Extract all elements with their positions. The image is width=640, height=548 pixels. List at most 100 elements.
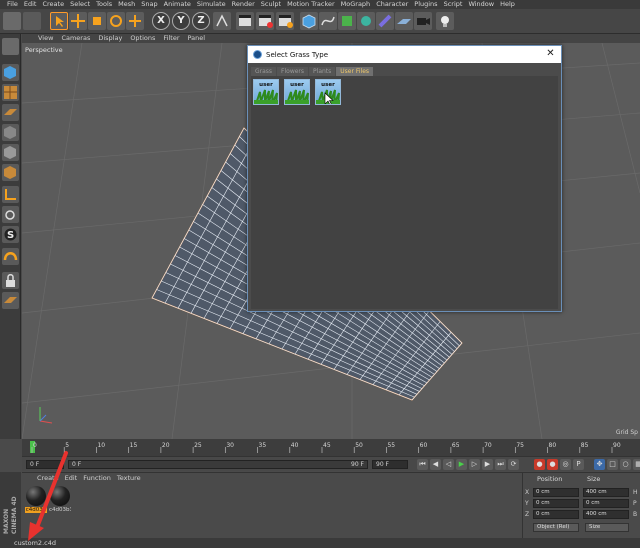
tab-plants[interactable]: Plants xyxy=(309,67,336,76)
menu-mograph[interactable]: MoGraph xyxy=(338,0,374,9)
add-icon[interactable] xyxy=(126,12,144,30)
texture-mode-icon[interactable] xyxy=(2,84,19,101)
light-icon[interactable] xyxy=(436,12,454,30)
undo-icon[interactable] xyxy=(3,12,21,30)
cube-icon[interactable] xyxy=(300,12,318,30)
menu-window[interactable]: Window xyxy=(465,0,497,9)
viewport-menu-panel[interactable]: Panel xyxy=(184,34,210,43)
autokey-icon[interactable]: ● xyxy=(547,459,558,470)
record-keys-icon[interactable]: ● xyxy=(534,459,545,470)
floor-icon[interactable] xyxy=(395,12,413,30)
viewport-menu-display[interactable]: Display xyxy=(94,34,126,43)
timeline-ruler[interactable]: 0 5 10 15 20 25 30 35 40 45 50 55 60 65 70 75 80 85 90 xyxy=(22,439,640,456)
menu-motion-tracker[interactable]: Motion Tracker xyxy=(284,0,338,9)
viewport-menu-filter[interactable]: Filter xyxy=(159,34,183,43)
model-mode-icon[interactable] xyxy=(2,64,19,81)
previous-frame-icon[interactable]: ◁ xyxy=(443,459,454,470)
x-axis-icon[interactable]: X xyxy=(152,12,170,30)
menu-edit[interactable]: Edit xyxy=(21,0,40,9)
menu-file[interactable]: File xyxy=(4,0,21,9)
grass-thumbnail[interactable]: user xyxy=(315,79,341,105)
go-to-end-icon[interactable]: ⏭ xyxy=(495,459,506,470)
position-x-field[interactable]: 0 cm xyxy=(533,488,579,497)
material-swatch[interactable]: c4d03b3 xyxy=(49,486,71,516)
next-key-icon[interactable]: ▶ xyxy=(482,459,493,470)
menu-character[interactable]: Character xyxy=(373,0,411,9)
redo-icon[interactable] xyxy=(23,12,41,30)
go-to-start-icon[interactable]: ⏮ xyxy=(417,459,428,470)
previous-key-icon[interactable]: ◀ xyxy=(430,459,441,470)
size-x-field[interactable]: 400 cm xyxy=(583,488,629,497)
viewport-menu-cameras[interactable]: Cameras xyxy=(57,34,94,43)
z-axis-icon[interactable]: Z xyxy=(192,12,210,30)
polygons-mode-icon[interactable] xyxy=(2,164,19,181)
grass-thumbnail[interactable]: user xyxy=(284,79,310,105)
end-frame-field[interactable]: 90 F xyxy=(372,460,408,469)
menu-help[interactable]: Help xyxy=(497,0,518,9)
menu-render[interactable]: Render xyxy=(229,0,258,9)
axis-mode-icon[interactable] xyxy=(2,186,19,203)
material-swatch[interactable]: c4d03b xyxy=(25,486,47,516)
workplane-icon[interactable] xyxy=(2,104,19,121)
menu-animate[interactable]: Animate xyxy=(161,0,194,9)
menu-mesh[interactable]: Mesh xyxy=(115,0,138,9)
next-frame-icon[interactable]: ▷ xyxy=(469,459,480,470)
material-menu-create[interactable]: Create xyxy=(34,474,62,483)
menu-select[interactable]: Select xyxy=(67,0,93,9)
rotate-icon[interactable] xyxy=(107,12,125,30)
tab-flowers[interactable]: Flowers xyxy=(277,67,309,76)
play-icon[interactable]: ▶ xyxy=(456,459,467,470)
current-frame-field[interactable]: 0 F xyxy=(26,460,64,469)
size-z-field[interactable]: 400 cm xyxy=(583,510,629,519)
tab-grass[interactable]: Grass xyxy=(251,67,277,76)
menu-snap[interactable]: Snap xyxy=(138,0,160,9)
dialog-title-bar[interactable]: Select Grass Type ✕ xyxy=(248,46,561,63)
scale-key-icon[interactable]: □ xyxy=(607,459,618,470)
menu-create[interactable]: Create xyxy=(39,0,67,9)
key-position-icon[interactable]: P xyxy=(573,459,584,470)
tab-user-files[interactable]: User Files xyxy=(336,67,374,76)
menu-sculpt[interactable]: Sculpt xyxy=(258,0,284,9)
loop-icon[interactable]: ⟳ xyxy=(508,459,519,470)
quantize-icon[interactable] xyxy=(2,248,19,265)
move-key-icon[interactable]: ✥ xyxy=(594,459,605,470)
rotate-key-icon[interactable]: ○ xyxy=(620,459,631,470)
param-key-icon[interactable]: ▦ xyxy=(633,459,640,470)
edges-mode-icon[interactable] xyxy=(2,144,19,161)
grass-thumbnail[interactable]: user xyxy=(253,79,279,105)
position-z-field[interactable]: 0 cm xyxy=(533,510,579,519)
deformer-icon[interactable] xyxy=(376,12,394,30)
material-menu-edit[interactable]: Edit xyxy=(62,474,81,483)
position-y-field[interactable]: 0 cm xyxy=(533,499,579,508)
menu-simulate[interactable]: Simulate xyxy=(194,0,229,9)
lock-workplane-icon[interactable] xyxy=(2,272,19,289)
material-menu-function[interactable]: Function xyxy=(80,474,114,483)
y-axis-icon[interactable]: Y xyxy=(172,12,190,30)
make-editable-icon[interactable] xyxy=(2,38,19,55)
close-icon[interactable]: ✕ xyxy=(544,47,557,61)
workplane-grid-icon[interactable] xyxy=(2,292,19,309)
frame-range-slider[interactable]: 0 F 90 F xyxy=(68,460,368,469)
points-mode-icon[interactable] xyxy=(2,124,19,141)
keyframe-selection-icon[interactable]: ◎ xyxy=(560,459,571,470)
select-cursor-icon[interactable] xyxy=(50,12,68,30)
menu-tools[interactable]: Tools xyxy=(93,0,115,9)
render-picture-viewer-icon[interactable] xyxy=(256,12,274,30)
material-menu-texture[interactable]: Texture xyxy=(114,474,144,483)
size-mode-dropdown[interactable]: Size xyxy=(585,523,629,532)
render-settings-icon[interactable] xyxy=(276,12,294,30)
viewport-menu-view[interactable]: View xyxy=(34,34,57,43)
cloner-icon[interactable] xyxy=(357,12,375,30)
move-icon[interactable] xyxy=(69,12,87,30)
scale-icon[interactable] xyxy=(88,12,106,30)
size-y-field[interactable]: 0 cm xyxy=(583,499,629,508)
coordinate-mode-dropdown[interactable]: Object (Rel) xyxy=(533,523,579,532)
viewport-menu-options[interactable]: Options xyxy=(126,34,159,43)
coordinate-system-icon[interactable] xyxy=(213,12,231,30)
snapping-icon[interactable]: S xyxy=(2,226,19,243)
camera-icon[interactable] xyxy=(414,12,432,30)
tweak-mode-icon[interactable] xyxy=(2,206,19,223)
render-view-icon[interactable] xyxy=(236,12,254,30)
menu-script[interactable]: Script xyxy=(441,0,466,9)
spline-pen-icon[interactable] xyxy=(319,12,337,30)
